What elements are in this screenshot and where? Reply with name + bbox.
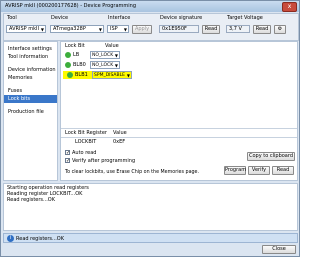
info-icon: i [7,235,14,242]
chevron-down-icon: ▼ [114,63,118,68]
read-signature-button[interactable]: Read [202,25,220,34]
status-ok-icon [65,62,71,68]
settings-button[interactable]: ⚙ [274,25,286,34]
apply-button[interactable]: Apply [132,25,152,34]
status-text: Read registers...OK [16,236,65,242]
lock-bit-name: BLB0 [73,62,86,68]
lock-bit-value-select[interactable]: SPM_DISABLE ▼ [92,71,132,79]
chevron-down-icon: ▼ [123,27,127,32]
interface-label: Interface [108,15,131,21]
close-button[interactable]: Close [262,245,296,254]
sidebar-item-tool-information[interactable]: Tool information [4,53,57,61]
window-title: AVRISP mkII (000200177628) - Device Prog… [5,3,136,9]
sidebar-item-memories[interactable]: Memories [4,74,57,82]
verify-button[interactable]: Verify [248,166,270,175]
register-value[interactable]: 0xEF [113,139,125,145]
sidebar-item-lock-bits[interactable]: Lock bits [4,95,57,103]
lock-bit-name: LB [73,52,80,58]
lock-bit-value-select[interactable]: NO_LOCK ▼ [90,51,120,59]
status-bar: i Read registers...OK [3,233,298,243]
title-bar: AVRISP mkII (000200177628) - Device Prog… [1,1,299,12]
target-voltage-label: Target Voltage [227,15,263,21]
register-value-column-header: Value [113,130,127,136]
verify-after-programming-label: Verify after programming [72,158,136,164]
device-select-value: ATmega328P [53,26,86,32]
gear-icon: ⚙ [277,26,283,32]
lock-bit-row-blb1: BLB1 SPM_DISABLE ▼ [63,71,132,79]
auto-read-checkbox[interactable]: ✓ [65,150,70,156]
lock-bits-grid: Lock Bit Value LB NO_LOCK ▼ BLB0 NO_LOCK ▼… [61,42,297,129]
tool-label: Tool [7,15,17,21]
lock-bits-panel: Lock Bit Value LB NO_LOCK ▼ BLB0 NO_LOCK ▼… [60,41,298,181]
value-column-header: Value [105,43,119,49]
log-line: Read registers...OK [7,197,56,203]
lock-bit-value: SPM_DISABLE [94,73,125,78]
lock-bit-value: NO_LOCK [92,63,114,68]
chevron-down-icon: ▼ [40,27,44,32]
tool-select-value: AVRISP mkII [9,26,39,32]
register-row: LOCKBIT 0xEF [61,138,297,146]
output-log: Starting operation read registers Readin… [3,183,298,231]
device-select[interactable]: ATmega328P ▼ [50,25,104,33]
lock-bit-name: BLB1 [75,72,88,78]
interface-select[interactable]: ISP ▼ [107,25,129,33]
copy-to-clipboard-button[interactable]: Copy to clipboard [247,152,295,161]
lock-bit-value: NO_LOCK [92,53,114,58]
program-button[interactable]: Program [224,166,246,175]
target-voltage-field: 3,7 V [226,25,250,33]
register-grid-header: Lock Bit Register Value [61,129,297,138]
clear-lockbits-note: To clear lockbits, use Erase Chip on the… [65,170,200,175]
tool-select[interactable]: AVRISP mkII ▼ [6,25,46,33]
window-close-button[interactable]: x [282,2,297,12]
device-signature-field: 0x1E950F [159,25,199,33]
read-voltage-button[interactable]: Read [253,25,271,34]
chevron-down-icon: ▼ [98,27,102,32]
sidebar-item-production-file[interactable]: Production file [4,108,57,116]
lock-bit-column-header: Lock Bit [65,43,85,49]
status-ok-icon [65,52,71,58]
lock-bit-row-lb: LB NO_LOCK ▼ [61,51,297,59]
register-column-header: Lock Bit Register [65,130,107,136]
chevron-down-icon: ▼ [126,73,130,78]
lock-bit-value-select[interactable]: NO_LOCK ▼ [90,61,120,69]
lock-bit-row-blb0: BLB0 NO_LOCK ▼ [61,61,297,69]
status-ok-icon [67,72,73,78]
auto-read-label: Auto read [72,150,97,156]
register-name: LOCKBIT [75,139,97,145]
sidebar-item-device-information[interactable]: Device information [4,66,57,74]
device-label: Device [51,15,69,21]
sidebar-item-fuses[interactable]: Fuses [4,87,57,95]
chevron-down-icon: ▼ [114,53,118,58]
interface-select-value: ISP [110,26,118,32]
verify-after-programming-checkbox[interactable]: ✓ [65,158,70,164]
device-signature-label: Device signature [160,15,203,21]
read-button[interactable]: Read [272,166,294,175]
device-programming-window: AVRISP mkII (000200177628) - Device Prog… [0,0,300,257]
sidebar-item-interface-settings[interactable]: Interface settings [4,45,57,53]
device-header: Tool AVRISP mkII ▼ Device ATmega328P ▼ Int… [3,13,299,41]
sidebar: Interface settings Tool information Devi… [3,41,58,181]
